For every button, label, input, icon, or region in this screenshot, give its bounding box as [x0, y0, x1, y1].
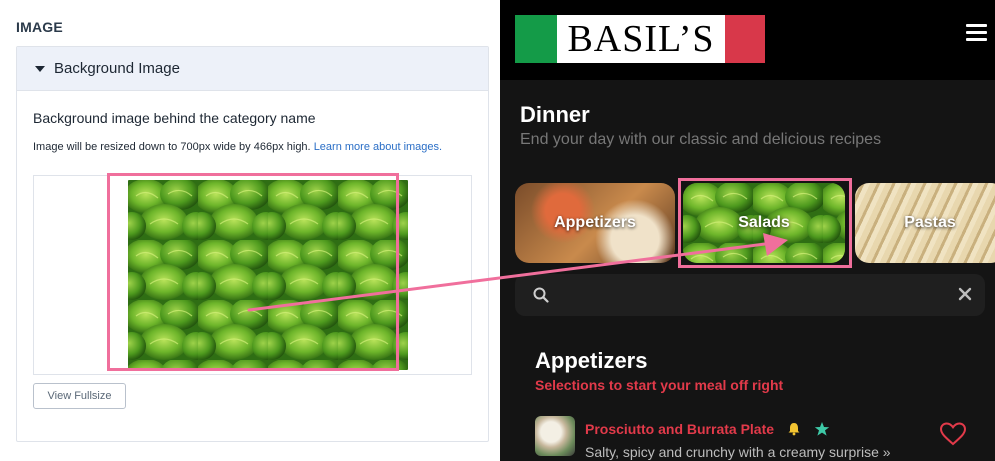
category-label: Salads [738, 214, 790, 231]
menu-icon[interactable] [966, 24, 987, 42]
item-name: Prosciutto and Burrata Plate [585, 421, 775, 437]
list-item[interactable]: Prosciutto and Burrata Plate Salty, spic… [535, 416, 975, 461]
background-image-panel-header[interactable]: Background Image [17, 47, 488, 91]
help-text: Image will be resized down to 700px wide… [33, 141, 311, 153]
panel-title: Background Image [54, 60, 180, 77]
background-image-panel: Background Image Background image behind… [16, 46, 489, 442]
search-icon [533, 287, 549, 303]
salad-image-preview[interactable] [128, 180, 408, 370]
view-fullsize-button[interactable]: View Fullsize [33, 383, 126, 409]
field-label: Background image behind the category nam… [33, 110, 316, 126]
section-heading: Appetizers [535, 348, 648, 373]
app-header: BASIL’S [500, 0, 995, 80]
section-title: IMAGE [16, 19, 63, 35]
category-label: Pastas [904, 214, 956, 231]
bell-icon [788, 423, 800, 436]
learn-more-link[interactable]: Learn more about images. [314, 141, 442, 153]
logo-white-band: BASIL’S [557, 15, 725, 63]
heart-icon[interactable] [939, 422, 967, 446]
logo-red-band [725, 15, 765, 63]
section-subheading: Selections to start your meal off right [535, 377, 784, 393]
app-preview: BASIL’S Dinner End your day with our cla… [500, 0, 995, 461]
logo-green-band [515, 15, 557, 63]
caret-down-icon [35, 65, 45, 72]
star-icon [814, 422, 830, 436]
logo-text: BASIL’S [567, 18, 715, 60]
category-appetizers[interactable]: Appetizers [515, 183, 675, 263]
category-pastas[interactable]: Pastas [855, 183, 995, 263]
item-thumbnail [535, 416, 575, 456]
item-description: Salty, spicy and crunchy with a creamy s… [585, 444, 891, 460]
menu-subtitle: End your day with our classic and delici… [520, 131, 882, 148]
admin-panel: IMAGE Background Image Background image … [0, 0, 500, 461]
field-help: Image will be resized down to 700px wide… [33, 137, 453, 157]
logo[interactable]: BASIL’S [515, 15, 765, 63]
image-preview-box [33, 175, 472, 375]
clear-icon[interactable] [957, 286, 973, 302]
category-salads[interactable]: Salads [683, 183, 845, 263]
menu-title: Dinner [520, 102, 590, 127]
search-input[interactable] [559, 282, 939, 308]
search-bar [515, 274, 985, 316]
category-label: Appetizers [554, 214, 636, 231]
